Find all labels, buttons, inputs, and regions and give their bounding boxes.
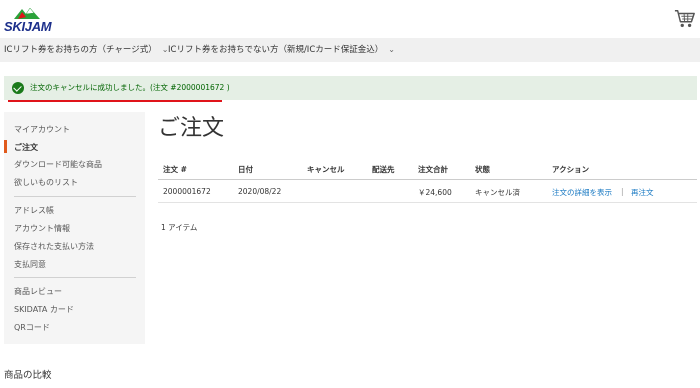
sidebar-item-skidata-card[interactable]: SKIDATA カード: [14, 304, 74, 315]
compare-products-title: 商品の比較: [4, 370, 52, 381]
cart-icon[interactable]: [674, 8, 696, 30]
main-navigation: ICリフト券をお持ちの方（チャージ式） ⌄ ICリフト券をお持ちでない方（新規/I…: [0, 38, 700, 62]
sidebar-divider: [14, 196, 136, 197]
nav-item-ic-charge[interactable]: ICリフト券をお持ちの方（チャージ式） ⌄: [4, 38, 168, 62]
sidebar-item-downloads[interactable]: ダウンロード可能な商品: [14, 159, 102, 170]
success-message-text: 注文のキャンセルに成功しました。(注文 #2000001672 ): [30, 83, 230, 92]
nav-item-label: ICリフト券をお持ちの方（チャージ式）: [4, 45, 157, 55]
view-order-link[interactable]: 注文の詳細を表示: [552, 187, 612, 198]
check-circle-icon: [12, 82, 24, 94]
sidebar-item-billing-agreements[interactable]: 支払同意: [14, 259, 46, 270]
site-logo[interactable]: SKIJAM: [4, 4, 52, 36]
column-header-cancel: キャンセル: [307, 165, 345, 174]
table-row: 2000001672 2020/08/22 ￥24,600 キャンセル済 注文の…: [158, 181, 697, 203]
items-count: 1 アイテム: [161, 223, 198, 232]
logo-text: SKIJAM: [4, 19, 52, 34]
active-indicator: [4, 140, 7, 153]
order-status: キャンセル済: [475, 188, 520, 197]
sidebar-item-product-reviews[interactable]: 商品レビュー: [14, 286, 62, 297]
order-date: 2020/08/22: [238, 187, 282, 196]
sidebar-item-qr-code[interactable]: QRコード: [14, 322, 50, 333]
reorder-link[interactable]: 再注文: [631, 187, 654, 198]
success-message: 注文のキャンセルに成功しました。(注文 #2000001672 ): [4, 76, 697, 100]
sidebar-item-payment-methods[interactable]: 保存された支払い方法: [14, 241, 94, 252]
column-header-date: 日付: [238, 165, 253, 174]
page-title: ご注文: [158, 116, 225, 141]
sidebar-item-orders[interactable]: ご注文: [14, 142, 38, 153]
column-header-order-no: 注文 #: [163, 165, 187, 174]
orders-table-header: 注文 # 日付 キャンセル 配送先 注文合計 状態 アクション: [158, 160, 697, 180]
sidebar-item-account-info[interactable]: アカウント情報: [14, 223, 70, 234]
sidebar-item-wishlist[interactable]: 欲しいものリスト: [14, 177, 78, 188]
nav-item-ic-new[interactable]: ICリフト券をお持ちでない方（新規/ICカード保証金込） ⌄: [168, 38, 395, 62]
column-header-order-total: 注文合計: [418, 165, 448, 174]
sidebar-item-my-account[interactable]: マイアカウント: [14, 124, 70, 135]
order-number: 2000001672: [163, 187, 211, 196]
account-sidebar: マイアカウント ご注文 ダウンロード可能な商品 欲しいものリスト アドレス帳 ア…: [4, 112, 145, 344]
action-separator: |: [621, 187, 624, 196]
column-header-ship-to: 配送先: [372, 165, 395, 174]
nav-item-label: ICリフト券をお持ちでない方（新規/ICカード保証金込）: [168, 45, 384, 55]
order-total: ￥24,600: [418, 188, 452, 197]
mountain-logo-icon: [14, 7, 40, 19]
highlight-underline: [8, 100, 222, 102]
chevron-down-icon: ⌄: [388, 45, 395, 54]
sidebar-divider: [14, 277, 136, 278]
sidebar-item-address-book[interactable]: アドレス帳: [14, 205, 54, 216]
column-header-actions: アクション: [552, 165, 590, 174]
column-header-status: 状態: [475, 165, 490, 174]
